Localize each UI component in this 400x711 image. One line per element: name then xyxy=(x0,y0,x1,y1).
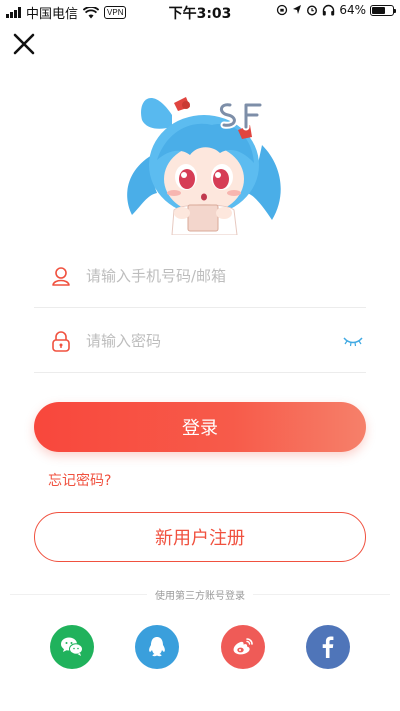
headphones-icon xyxy=(323,4,335,16)
user-icon xyxy=(52,266,70,286)
orientation-lock-icon xyxy=(277,4,288,16)
status-right: 64% xyxy=(276,3,396,17)
account-input[interactable] xyxy=(86,266,306,285)
weibo-icon xyxy=(233,638,253,655)
forgot-password-link[interactable]: 忘记密码? xyxy=(48,470,111,490)
password-visibility-toggle[interactable] xyxy=(342,333,364,349)
account-field xyxy=(34,244,366,308)
third-party-title-row: 使用第三方账号登录 xyxy=(0,587,400,602)
password-input[interactable] xyxy=(86,331,306,350)
third-party-title: 使用第三方账号登录 xyxy=(147,591,253,602)
eye-closed-icon xyxy=(343,337,363,347)
wechat-login-button[interactable] xyxy=(50,625,94,669)
battery-percent: 64% xyxy=(339,3,366,17)
register-button[interactable]: 新用户注册 xyxy=(34,512,366,562)
status-bar: 中国电信 VPN 下午3:03 64% xyxy=(0,0,400,24)
battery-fill xyxy=(372,6,385,14)
qq-icon xyxy=(149,637,165,657)
close-icon xyxy=(13,33,35,55)
weibo-login-button[interactable] xyxy=(221,625,265,669)
location-icon xyxy=(293,5,302,14)
sf-logo xyxy=(218,101,264,131)
mascot-illustration xyxy=(127,97,281,235)
wechat-icon xyxy=(61,637,83,656)
qq-login-button[interactable] xyxy=(135,625,179,669)
password-field xyxy=(34,309,366,373)
close-button[interactable] xyxy=(10,30,38,58)
facebook-icon xyxy=(322,636,334,658)
facebook-login-button[interactable] xyxy=(306,625,350,669)
alarm-icon xyxy=(307,5,318,16)
lock-icon xyxy=(52,330,70,352)
battery-icon xyxy=(370,4,396,16)
login-button[interactable]: 登录 xyxy=(34,402,366,452)
